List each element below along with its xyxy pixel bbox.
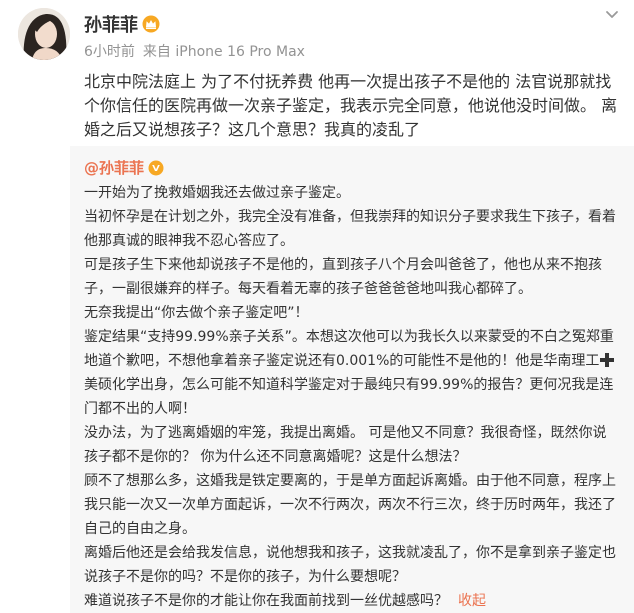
post-time[interactable]: 6小时前 — [84, 44, 135, 60]
weibo-post: 孙菲菲 6小时前 来自 iPhone 16 Pro Max 北京中院法庭上 为了不… — [0, 0, 634, 613]
verified-badge-icon — [148, 160, 164, 176]
repost-card[interactable]: @孙菲菲 一开始为了挽救婚姻我还去做过亲子鉴定。 当初怀孕是在计划之外，我完全没… — [70, 146, 634, 613]
post-header: 孙菲菲 6小时前 来自 iPhone 16 Pro Max — [0, 0, 634, 72]
crown-icon — [142, 15, 160, 33]
repost-paragraph: 鉴定结果“支持99.99%亲子关系”。本想这次他可以为我长久以来蒙受的不白之冤郑… — [84, 325, 619, 421]
collapse-link[interactable]: 收起 — [458, 593, 486, 609]
avatar-image — [18, 8, 70, 60]
author-row: 孙菲菲 — [84, 12, 160, 36]
post-meta: 6小时前 来自 iPhone 16 Pro Max — [84, 41, 313, 61]
post-text: 北京中院法庭上 为了不付抚养费 他再一次提出孩子不是他的 法官说那就找个你信任的… — [84, 72, 618, 139]
repost-paragraph: 可是孩子生下来他却说孩子不是他的，直到孩子八个月会叫爸爸了，他也从来不抱孩子，一… — [84, 257, 602, 297]
repost-paragraph: 离婚后他还是会给我发信息，说他想我和孩子，这我就凌乱了，你不是拿到亲子鉴定也说孩… — [84, 545, 616, 585]
repost-paragraph: 难道说孩子不是你的才能让你在我面前找到一丝优越感吗？ 收起 — [84, 589, 619, 613]
repost-author-row: @孙菲菲 — [84, 155, 619, 181]
hospital-cross-icon — [600, 351, 615, 367]
repost-author-link[interactable]: @孙菲菲 — [84, 156, 144, 180]
repost-paragraph: 无奈我提出“你去做个亲子鉴定吧”！ — [84, 305, 309, 321]
repost-paragraph-text: 鉴定结果“支持99.99%亲子关系”。本想这次他可以为我长久以来蒙受的不白之冤郑… — [84, 329, 614, 369]
chevron-down-icon[interactable] — [602, 4, 622, 24]
repost-paragraph-text: 难道说孩子不是你的才能让你在我面前找到一丝优越感吗？ — [84, 593, 448, 609]
repost-paragraph: 一开始为了挽救婚姻我还去做过亲子鉴定。 — [84, 185, 350, 201]
repost-paragraph-text: 硕化学出身，怎么可能不知道科学鉴定对于最纯只有99.99%的报告？更何况我是连门… — [84, 377, 614, 417]
repost-paragraph: 没办法，为了逃离婚姻的牢笼，我提出离婚。 可是他又不同意？我很奇怪，既然你说孩子… — [84, 425, 607, 465]
repost-paragraph-suffix: 美 — [84, 377, 98, 393]
author-name[interactable]: 孙菲菲 — [84, 11, 138, 37]
repost-paragraph: 当初怀孕是在计划之外，我完全没有准备，但我崇拜的知识分子要求我生下孩子，看着他那… — [84, 209, 616, 249]
post-source: 来自 iPhone 16 Pro Max — [142, 44, 305, 60]
avatar[interactable] — [18, 8, 70, 60]
repost-paragraph: 顾不了想那么多，这婚我是铁定要离的，于是单方面起诉离婚。由于他不同意，程序上我只… — [84, 473, 616, 537]
